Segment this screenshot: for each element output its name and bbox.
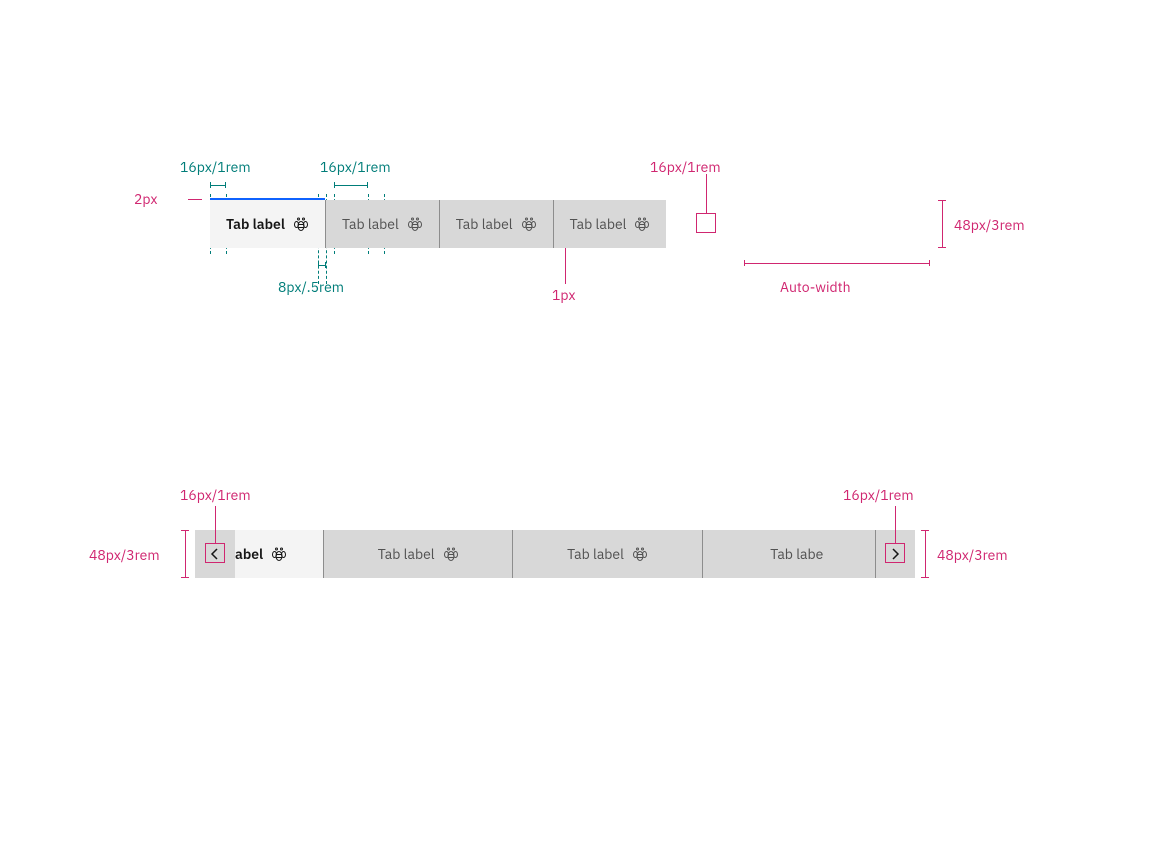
tab-4[interactable]: Tab labe xyxy=(702,530,875,578)
tab-1[interactable]: Tab label xyxy=(210,200,325,248)
bee-icon xyxy=(521,216,537,232)
tab-label: Tab label xyxy=(567,545,624,563)
anno-height-right: 48px/3rem xyxy=(937,546,1008,564)
tablist-overflow: abel Tab label Tab label Tab labe xyxy=(195,530,915,578)
tabs-spec-overflow: abel Tab label Tab label Tab labe 16px/1… xyxy=(195,530,915,578)
measure-gap xyxy=(318,262,326,268)
bee-icon xyxy=(443,546,459,562)
leader-divider xyxy=(565,248,566,284)
anno-padding-right: 16px/1rem xyxy=(320,158,391,176)
bee-icon xyxy=(632,546,648,562)
anno-gap: 8px/.5rem xyxy=(278,278,344,296)
leader xyxy=(706,174,707,213)
anno-scroll-icon-left: 16px/1rem xyxy=(180,486,251,504)
tabs-spec-default: Tab label Tab label Tab label Tab label xyxy=(210,200,930,248)
anno-divider: 1px xyxy=(552,286,575,304)
measure-height-left xyxy=(181,530,189,578)
bee-icon xyxy=(407,216,423,232)
anno-padding-left: 16px/1rem xyxy=(180,158,251,176)
tab-label: Tab label xyxy=(570,215,627,233)
measure-padding-left xyxy=(210,182,226,188)
tab-1[interactable]: abel xyxy=(235,530,323,578)
tab-label: Tab label xyxy=(378,545,435,563)
bee-icon xyxy=(293,216,309,232)
measure-scroll-icon-left xyxy=(205,543,225,563)
tab-2[interactable]: Tab label xyxy=(325,200,439,248)
measure-indicator xyxy=(188,199,202,200)
leader xyxy=(215,506,216,543)
anno-height: 48px/3rem xyxy=(954,216,1025,234)
measure-scroll-icon-right xyxy=(885,543,905,563)
measure-icon-size xyxy=(696,213,716,233)
tab-4[interactable]: Tab label xyxy=(553,200,667,248)
selected-indicator xyxy=(210,198,325,200)
tab-label: Tab labe xyxy=(770,545,823,563)
leader xyxy=(895,506,896,543)
measure-padding-right xyxy=(334,182,368,188)
tab-label: Tab label xyxy=(342,215,399,233)
measure-auto-width xyxy=(744,260,930,266)
anno-height-left: 48px/3rem xyxy=(89,546,160,564)
measure-height xyxy=(938,200,946,248)
tab-label: Tab label xyxy=(226,215,285,233)
tab-label: Tab label xyxy=(456,215,513,233)
anno-scroll-icon-right: 16px/1rem xyxy=(843,486,914,504)
measure-height-right xyxy=(921,530,929,578)
tablist: Tab label Tab label Tab label Tab label xyxy=(210,200,930,248)
bee-icon xyxy=(271,546,287,562)
bee-icon xyxy=(634,216,650,232)
anno-auto-width: Auto-width xyxy=(780,278,851,296)
anno-indicator: 2px xyxy=(134,190,157,208)
tab-2[interactable]: Tab label xyxy=(323,530,512,578)
tab-3[interactable]: Tab label xyxy=(512,530,701,578)
tab-label-fragment: abel xyxy=(235,545,263,563)
tab-3[interactable]: Tab label xyxy=(439,200,553,248)
anno-icon-size: 16px/1rem xyxy=(650,158,721,176)
